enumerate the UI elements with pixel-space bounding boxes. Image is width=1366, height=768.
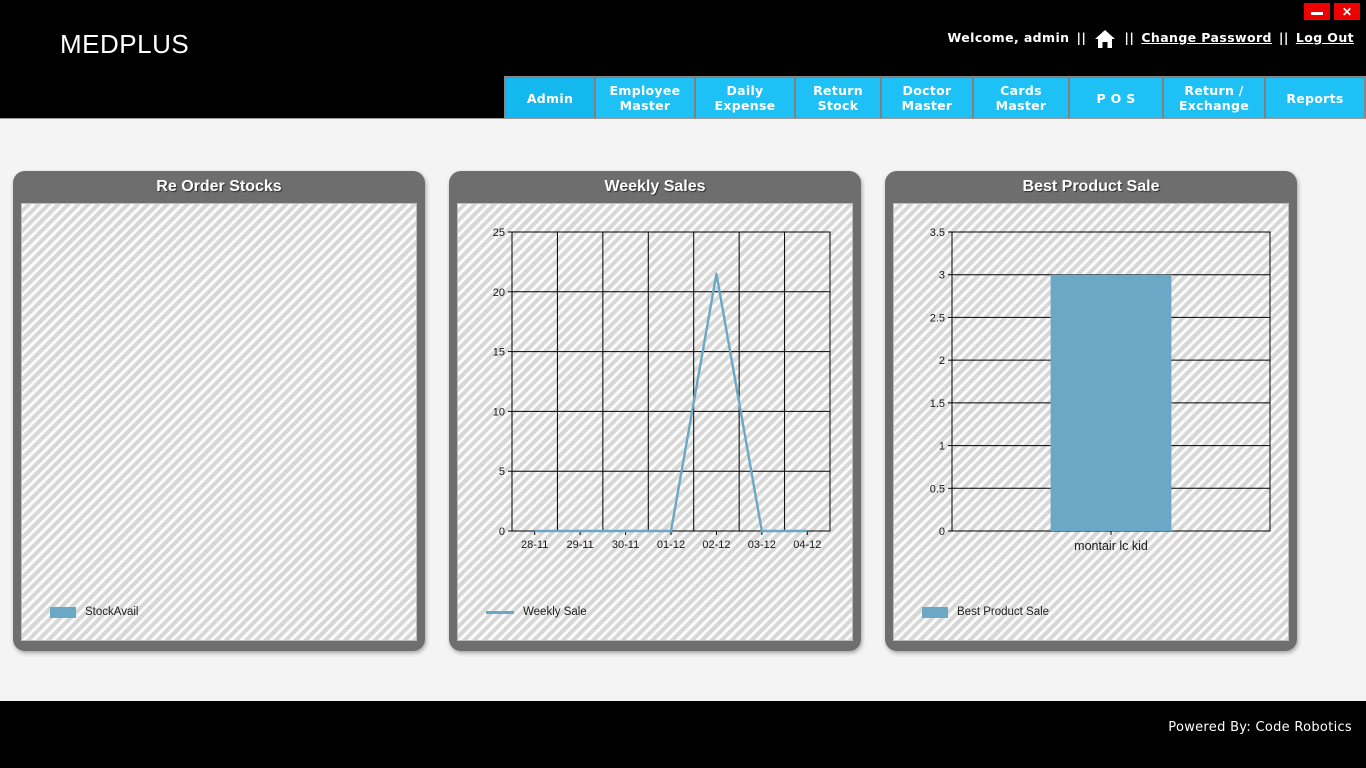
tab-return-stock[interactable]: Return Stock xyxy=(796,78,880,118)
svg-text:29-11: 29-11 xyxy=(566,539,593,551)
logout-link[interactable]: Log Out xyxy=(1296,30,1354,45)
panel-title-reorder-stocks: Re Order Stocks xyxy=(156,178,282,195)
legend-swatch-icon xyxy=(50,606,76,618)
legend-best-product-sale: Best Product Sale xyxy=(922,606,1049,618)
svg-text:0: 0 xyxy=(499,526,505,538)
svg-text:28-11: 28-11 xyxy=(521,539,548,551)
svg-text:2: 2 xyxy=(939,355,945,367)
chart-reorder-stocks[interactable]: StockAvail xyxy=(21,203,417,641)
legend-weekly-sales: Weekly Sale xyxy=(486,606,587,618)
separator: || xyxy=(1076,29,1087,45)
app-footer: Powered By: Code Robotics xyxy=(0,701,1366,768)
legend-label: StockAvail xyxy=(85,606,139,618)
chart-weekly-sales[interactable]: 0 5 10 15 20 25 28-11 29-11 30-11 01-12 02-12 03-12… xyxy=(457,203,853,641)
main-content: Re Order Stocks StockAvail Weekly Sales … xyxy=(0,118,1366,701)
minimize-icon xyxy=(1311,12,1323,15)
svg-text:03-12: 03-12 xyxy=(748,539,776,551)
tab-reports[interactable]: Reports xyxy=(1266,78,1364,118)
welcome-text: Welcome, admin xyxy=(947,29,1070,45)
dashboard-panels: Re Order Stocks StockAvail Weekly Sales … xyxy=(13,171,1297,651)
panel-reorder-stocks: Re Order Stocks StockAvail xyxy=(13,171,425,651)
svg-text:30-11: 30-11 xyxy=(612,539,639,551)
svg-text:0: 0 xyxy=(939,526,945,538)
tab-employee-master[interactable]: Employee Master xyxy=(596,78,694,118)
app-header: MEDPLUS Welcome, admin || || Change Pass… xyxy=(0,0,1366,120)
svg-text:10: 10 xyxy=(493,406,505,418)
svg-text:25: 25 xyxy=(493,227,505,239)
tab-doctor-master[interactable]: Doctor Master xyxy=(882,78,972,118)
weekly-sales-plot: 0 5 10 15 20 25 28-11 29-11 30-11 01-12 02-12 03-12… xyxy=(493,227,831,551)
svg-text:04-12: 04-12 xyxy=(793,539,821,551)
close-icon: ✕ xyxy=(1341,4,1353,19)
legend-label: Weekly Sale xyxy=(523,606,587,618)
svg-text:20: 20 xyxy=(493,287,505,299)
tab-return-exchange[interactable]: Return / Exchange xyxy=(1164,78,1264,118)
svg-text:0.5: 0.5 xyxy=(930,483,945,495)
svg-text:3.5: 3.5 xyxy=(930,227,945,239)
tab-admin[interactable]: Admin xyxy=(506,78,594,118)
separator: || xyxy=(1124,29,1135,45)
svg-text:1: 1 xyxy=(939,441,945,453)
change-password-link[interactable]: Change Password xyxy=(1141,30,1272,45)
tab-daily-expense[interactable]: Daily Expense xyxy=(696,78,794,118)
best-product-sale-plot: 0 0.5 1 1.5 2 2.5 3 3.5 montair lc kid xyxy=(930,227,1271,553)
reorder-stocks-plot xyxy=(22,204,416,632)
user-bar: Welcome, admin || || Change Password || … xyxy=(947,27,1354,49)
svg-text:1.5: 1.5 xyxy=(930,398,945,410)
main-navigation: Admin Employee Master Daily Expense Return Sto… xyxy=(504,76,1366,120)
legend-reorder-stocks: StockAvail xyxy=(50,606,138,618)
panel-title-weekly-sales: Weekly Sales xyxy=(604,178,706,195)
svg-text:5: 5 xyxy=(499,466,505,478)
home-icon[interactable] xyxy=(1093,29,1117,49)
legend-label: Best Product Sale xyxy=(957,606,1050,618)
panel-best-product-sale: Best Product Sale 0 0.5 1 1.5 2 2.5 3 3.5 montai… xyxy=(885,171,1297,651)
tab-p-o-s[interactable]: P O S xyxy=(1070,78,1162,118)
svg-text:montair lc kid: montair lc kid xyxy=(1074,539,1148,553)
separator: || xyxy=(1278,29,1289,45)
window-controls: ✕ xyxy=(1304,3,1360,20)
legend-swatch-icon xyxy=(922,606,948,618)
minimize-button[interactable] xyxy=(1304,3,1330,20)
close-button[interactable]: ✕ xyxy=(1334,3,1360,20)
svg-text:01-12: 01-12 xyxy=(657,539,685,551)
svg-text:2.5: 2.5 xyxy=(930,312,945,324)
svg-text:15: 15 xyxy=(493,347,505,359)
chart-best-product-sale[interactable]: 0 0.5 1 1.5 2 2.5 3 3.5 montair lc kid Best Prod… xyxy=(893,203,1289,641)
app-title: MEDPLUS xyxy=(60,29,190,59)
svg-text:3: 3 xyxy=(939,270,945,282)
panel-weekly-sales: Weekly Sales 0 5 10 15 20 25 28-11 29-11 30-11 01… xyxy=(449,171,861,651)
legend-line-icon xyxy=(486,610,514,614)
tab-cards-master[interactable]: Cards Master xyxy=(974,78,1068,118)
panel-title-best-product-sale: Best Product Sale xyxy=(1022,178,1160,195)
svg-text:02-12: 02-12 xyxy=(702,539,730,551)
powered-by-text: Powered By: Code Robotics xyxy=(1168,720,1352,735)
